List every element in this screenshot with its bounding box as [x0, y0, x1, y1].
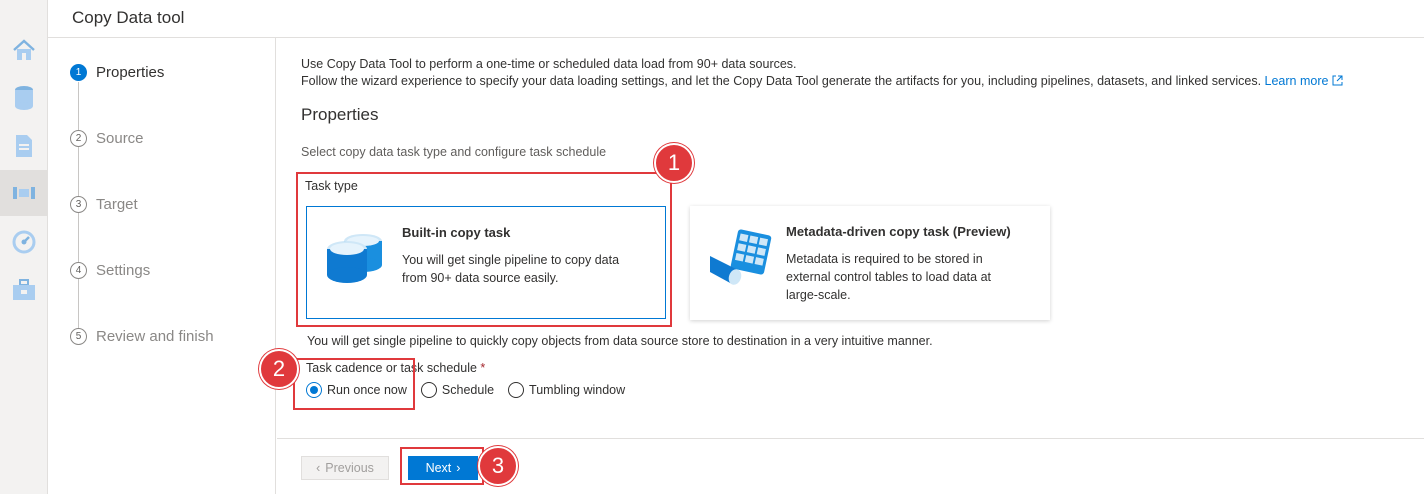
monitor-icon[interactable]: [10, 228, 38, 256]
step-number: 4: [70, 262, 87, 279]
chevron-right-icon: ›: [456, 461, 461, 475]
header-bar: Copy Data tool: [48, 0, 1424, 38]
step-label: Review and finish: [96, 328, 214, 345]
section-title: Properties: [301, 105, 379, 124]
step-properties[interactable]: 1 Properties: [70, 64, 164, 81]
step-label: Source: [96, 130, 144, 147]
callout-badge-1: 1: [654, 143, 694, 183]
intro-line-1: Use Copy Data Tool to perform a one-time…: [301, 57, 797, 71]
radio-indicator[interactable]: [420, 382, 437, 398]
next-label: Next: [425, 461, 452, 475]
task-type-hint: You will get single pipeline to quickly …: [307, 334, 933, 348]
section-description: Select copy data task type and configure…: [301, 145, 607, 159]
radio-tumbling-window[interactable]: Tumbling window: [508, 382, 625, 398]
wizard-steps: 1 Properties 2 Source 3 Target 4 Setting…: [48, 38, 276, 494]
external-link-icon: [1332, 75, 1343, 86]
step-number: 5: [70, 328, 87, 345]
document-icon[interactable]: [10, 132, 38, 160]
radio-label: Run once now: [327, 383, 407, 397]
intro-line-2: Follow the wizard experience to specify …: [301, 73, 1343, 90]
card-description: You will get single pipeline to copy dat…: [402, 253, 620, 285]
step-review-and-finish[interactable]: 5 Review and finish: [70, 328, 214, 345]
wizard-footer: ‹ Previous Next ›: [277, 438, 1424, 494]
main-content: Use Copy Data Tool to perform a one-time…: [277, 38, 1424, 438]
data-icon[interactable]: [10, 84, 38, 112]
previous-button[interactable]: ‹ Previous: [301, 456, 389, 480]
radio-label: Tumbling window: [529, 383, 626, 397]
step-settings[interactable]: 4 Settings: [70, 262, 150, 279]
previous-label: Previous: [325, 461, 374, 475]
metadata-driven-copy-task-card[interactable]: Metadata-driven copy task (Preview) Meta…: [690, 206, 1050, 320]
step-target[interactable]: 3 Target: [70, 196, 138, 213]
cadence-label: Task cadence or task schedule *: [306, 361, 485, 375]
chevron-left-icon: ‹: [316, 461, 321, 475]
radio-run-once-now[interactable]: Run once now: [306, 382, 407, 398]
callout-badge-3: 3: [478, 446, 518, 486]
required-marker: *: [480, 361, 486, 375]
page-title: Copy Data tool: [72, 8, 185, 27]
radio-label: Schedule: [441, 383, 495, 397]
card-description: Metadata is required to be stored in ext…: [786, 252, 991, 302]
builtin-copy-task-card[interactable]: Built-in copy task You will get single p…: [306, 206, 666, 319]
radio-indicator[interactable]: [508, 382, 525, 398]
cadence-radio-group: Run once now Schedule Tumbling window: [306, 382, 639, 398]
step-number: 2: [70, 130, 87, 147]
manage-icon[interactable]: [10, 276, 38, 304]
step-label: Target: [96, 196, 138, 213]
step-label: Settings: [96, 262, 151, 279]
next-button[interactable]: Next ›: [408, 456, 478, 480]
step-source[interactable]: 2 Source: [70, 130, 144, 147]
radio-indicator[interactable]: [306, 382, 322, 398]
metadata-table-icon: [708, 226, 774, 291]
task-type-label: Task type: [305, 179, 358, 193]
step-number: 3: [70, 196, 87, 213]
step-label: Properties: [96, 64, 165, 81]
learn-more-link[interactable]: Learn more: [1265, 74, 1343, 88]
intro-line-2-text: Follow the wizard experience to specify …: [301, 74, 1262, 88]
pipeline-icon[interactable]: [10, 179, 38, 207]
cadence-label-text: Task cadence or task schedule: [306, 361, 477, 375]
card-title: Metadata-driven copy task (Preview): [786, 224, 1011, 239]
home-icon[interactable]: [10, 36, 38, 64]
radio-schedule[interactable]: Schedule: [420, 382, 495, 398]
step-number: 1: [70, 64, 87, 81]
left-nav-rail: [0, 0, 48, 494]
learn-more-label: Learn more: [1264, 74, 1329, 88]
callout-badge-2: 2: [259, 349, 299, 389]
intro-text: Use Copy Data Tool to perform a one-time…: [301, 56, 1343, 90]
database-icon: [325, 227, 385, 288]
card-title: Built-in copy task: [402, 225, 511, 240]
